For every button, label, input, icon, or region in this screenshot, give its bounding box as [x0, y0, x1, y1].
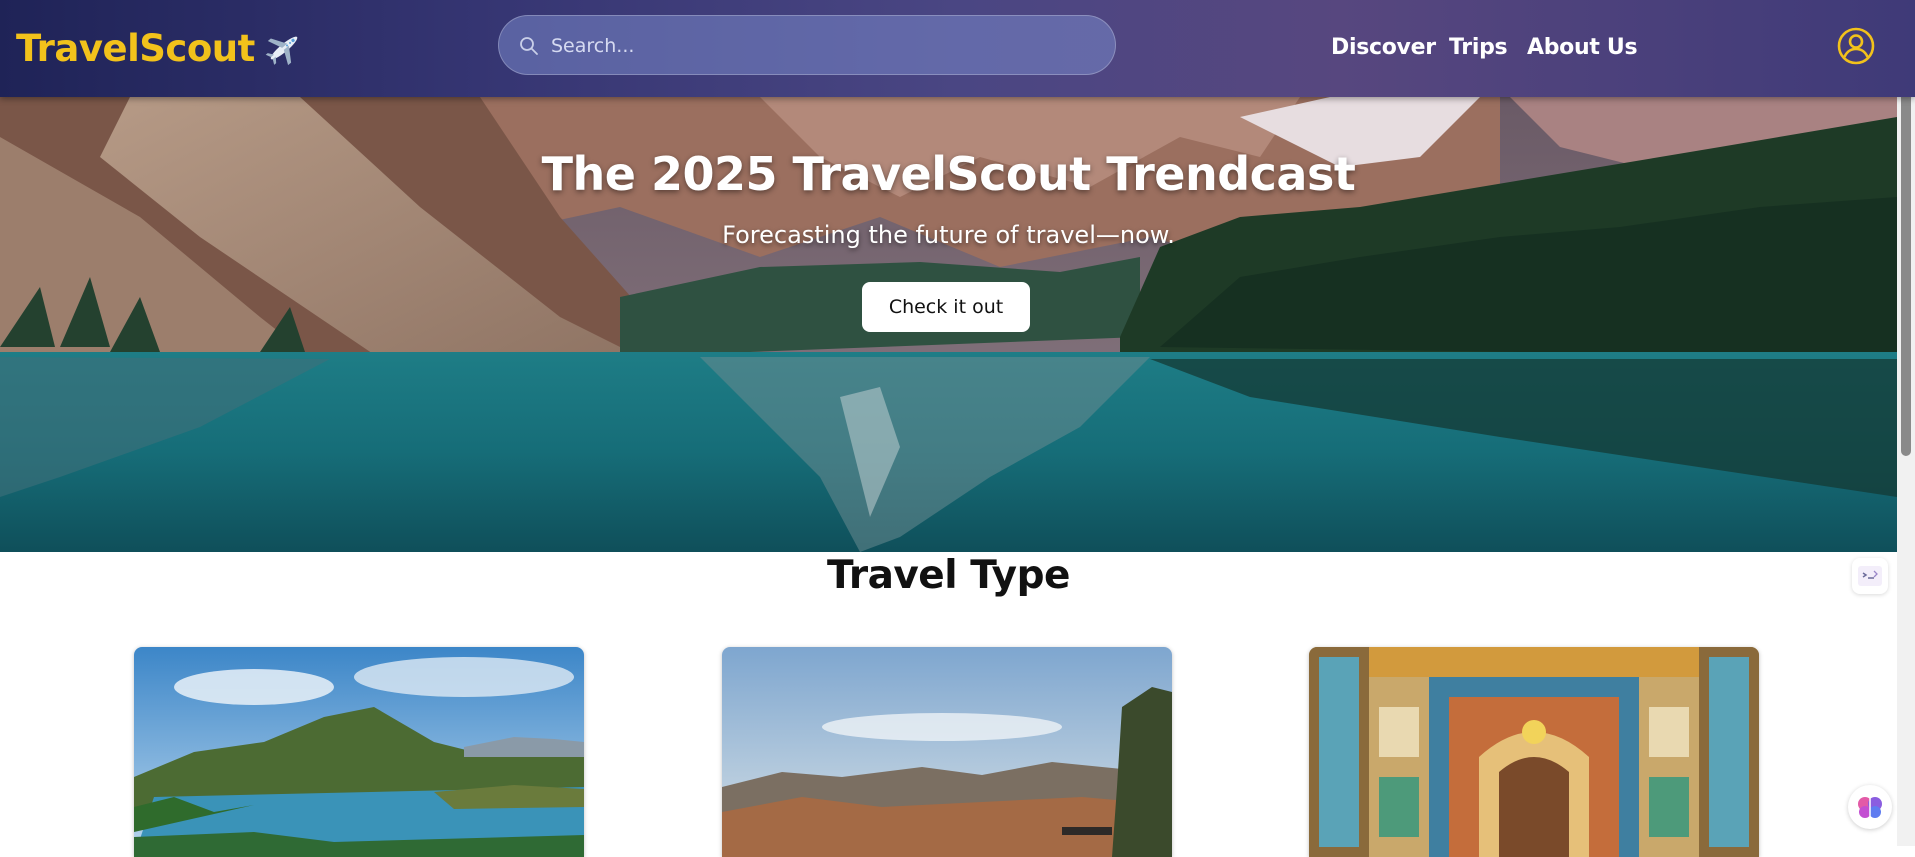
- check-it-out-button[interactable]: Check it out: [862, 282, 1030, 332]
- ornate-doorway-image: [1309, 647, 1759, 857]
- hero-banner: The 2025 TravelScout Trendcast Forecasti…: [0, 97, 1897, 552]
- terminal-widget-button[interactable]: [1852, 558, 1888, 594]
- user-circle-icon[interactable]: [1836, 26, 1876, 66]
- nav-link-trips[interactable]: Trips: [1449, 35, 1508, 60]
- scrollbar-thumb[interactable]: [1901, 82, 1911, 456]
- search-bar[interactable]: [498, 15, 1116, 76]
- travel-type-card[interactable]: [134, 647, 584, 857]
- section-title-travel-type: Travel Type: [827, 553, 1070, 598]
- hero-subtitle: Forecasting the future of travel—now.: [722, 221, 1175, 249]
- logo[interactable]: TravelScout: [16, 22, 305, 74]
- logo-text: TravelScout: [16, 26, 255, 70]
- travel-type-card[interactable]: [722, 647, 1172, 857]
- terminal-icon: [1858, 566, 1882, 586]
- nav-trips: Trips: [1449, 30, 1508, 64]
- brain-icon: [1858, 797, 1882, 818]
- hero-title: The 2025 TravelScout Trendcast: [541, 147, 1356, 201]
- desert-mountains-image: [722, 647, 1172, 857]
- assistant-widget-button[interactable]: [1848, 785, 1892, 829]
- vertical-scrollbar[interactable]: [1897, 0, 1915, 846]
- nav-about-us: About Us: [1527, 30, 1638, 64]
- airplane-icon: [265, 36, 298, 66]
- lake-hills-image: [134, 647, 584, 857]
- travel-type-card[interactable]: [1309, 647, 1759, 857]
- nav-link-about-us[interactable]: About Us: [1527, 35, 1638, 60]
- search-icon: [520, 37, 538, 55]
- top-navbar: TravelScout Discover Trips About Us: [0, 0, 1915, 97]
- nav-link-discover[interactable]: Discover: [1331, 35, 1436, 60]
- search-input[interactable]: [549, 16, 1093, 76]
- nav-discover: Discover: [1331, 30, 1436, 64]
